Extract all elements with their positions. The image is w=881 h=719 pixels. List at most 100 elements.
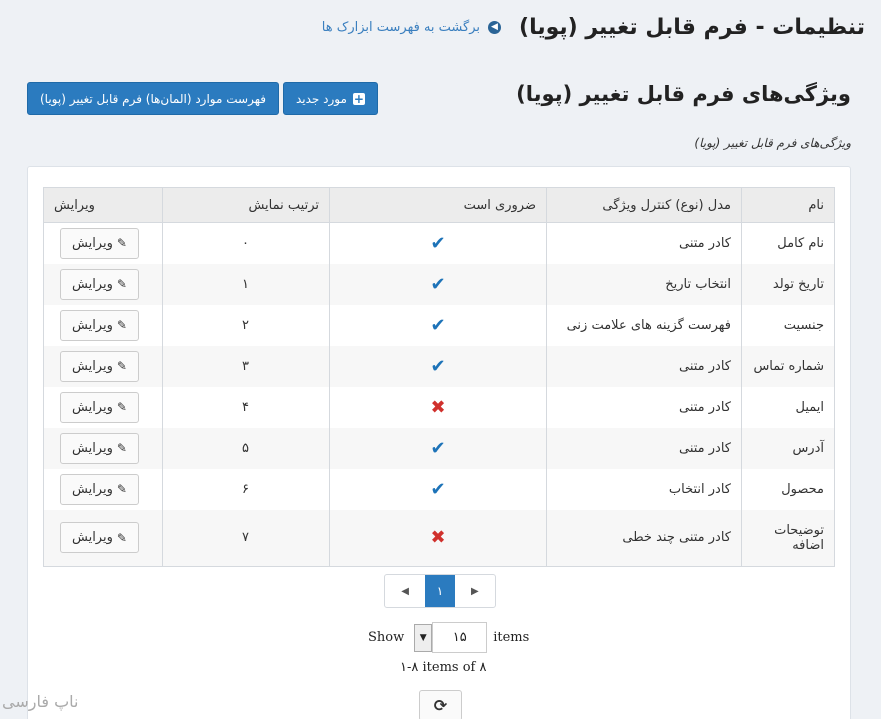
cell-required: ✔ xyxy=(329,222,547,264)
cell-order: ۲ xyxy=(162,304,330,346)
page-title: تنظیمات - فرم قابل تغییر (پویا) xyxy=(519,14,865,40)
list-items-label: فهرست موارد (المان‌ها) فرم قابل تغییر (پ… xyxy=(40,91,266,106)
cell-required: ✔ xyxy=(329,263,547,305)
items-range: ۱-۸ items of ۸ xyxy=(400,660,487,675)
table-row: شماره تماس کادر متنی ✔ ۳ ✎ ویرایش xyxy=(43,345,835,387)
header-required[interactable]: ضروری است xyxy=(329,187,547,223)
toolbar: فهرست موارد (المان‌ها) فرم قابل تغییر (پ… xyxy=(27,82,378,115)
cell-edit: ✎ ویرایش xyxy=(43,509,163,567)
arrow-circle-left-icon: ◀ xyxy=(488,20,502,34)
pencil-icon: ✎ xyxy=(116,482,127,496)
cell-name: توضیحات اضافه xyxy=(741,509,835,567)
edit-label: ویرایش xyxy=(72,481,113,497)
check-icon: ✔ xyxy=(430,355,446,377)
cell-name: شماره تماس xyxy=(741,345,835,387)
cell-required: ✖ xyxy=(329,386,547,428)
cell-model: انتخاب تاریخ xyxy=(546,263,742,305)
cross-icon: ✖ xyxy=(430,527,446,549)
table-row: ایمیل کادر متنی ✖ ۴ ✎ ویرایش xyxy=(43,386,835,428)
cell-order: ۱ xyxy=(162,263,330,305)
back-to-widgets-link[interactable]: ◀ برگشت به فهرست ابزارک ها xyxy=(321,19,502,35)
pencil-icon: ✎ xyxy=(116,530,127,545)
page-button-current[interactable]: ۱ xyxy=(425,575,455,607)
cell-required: ✔ xyxy=(329,304,547,346)
pencil-icon: ✎ xyxy=(116,318,127,332)
check-icon: ✔ xyxy=(430,437,446,459)
cell-name: محصول xyxy=(741,468,835,510)
edit-button[interactable]: ✎ ویرایش xyxy=(60,391,139,423)
cell-edit: ✎ ویرایش xyxy=(43,345,163,387)
table-row: محصول کادر انتخاب ✔ ۶ ✎ ویرایش xyxy=(43,468,835,510)
edit-button[interactable]: ✎ ویرایش xyxy=(60,227,139,259)
edit-button[interactable]: ✎ ویرایش xyxy=(60,473,139,505)
pencil-icon: ✎ xyxy=(116,236,127,251)
pagination: ◀ ۱ ▶ xyxy=(384,574,496,608)
edit-label: ویرایش xyxy=(72,317,113,333)
edit-label: ویرایش xyxy=(72,440,113,456)
edit-button[interactable]: ✎ ویرایش xyxy=(60,522,139,554)
prev-page-button[interactable]: ◀ xyxy=(385,575,425,607)
attributes-table: نام مدل (نوع) کنترل ویژگی ضروری است ترتی… xyxy=(43,187,835,567)
cell-edit: ✎ ویرایش xyxy=(43,427,163,469)
cell-model: کادر انتخاب xyxy=(546,468,742,510)
refresh-button[interactable]: ⟳ xyxy=(419,690,462,719)
back-link-label: برگشت به فهرست ابزارک ها xyxy=(321,19,481,35)
page-size-input[interactable]: ۱۵ xyxy=(432,622,488,653)
check-icon: ✔ xyxy=(430,478,446,500)
table-row: آدرس کادر متنی ✔ ۵ ✎ ویرایش xyxy=(43,427,835,469)
check-icon: ✔ xyxy=(430,273,446,295)
cross-icon: ✖ xyxy=(430,396,446,418)
list-items-button[interactable]: فهرست موارد (المان‌ها) فرم قابل تغییر (پ… xyxy=(27,82,279,115)
cell-order: ۰ xyxy=(162,222,330,264)
cell-name: ایمیل xyxy=(741,386,835,428)
header-edit: ویرایش xyxy=(43,187,163,223)
next-page-button[interactable]: ▶ xyxy=(455,575,495,607)
pencil-icon: ✎ xyxy=(116,400,127,414)
new-item-button[interactable]: + مورد جدید xyxy=(282,82,378,115)
top-bar: تنظیمات - فرم قابل تغییر (پویا) ◀ برگشت … xyxy=(16,12,865,42)
edit-button[interactable]: ✎ ویرایش xyxy=(60,432,139,464)
header-model[interactable]: مدل (نوع) کنترل ویژگی xyxy=(546,187,742,223)
show-label: Show xyxy=(368,630,405,645)
section-subtitle: ویژگی‌های فرم قابل تغییر (پویا) xyxy=(694,136,851,150)
pencil-icon: ✎ xyxy=(116,359,127,373)
edit-button[interactable]: ✎ ویرایش xyxy=(60,350,139,382)
pencil-icon: ✎ xyxy=(116,441,127,455)
cell-order: ۵ xyxy=(162,427,330,469)
table-header-row: نام مدل (نوع) کنترل ویژگی ضروری است ترتی… xyxy=(43,187,835,223)
table-row: نام کامل کادر متنی ✔ ۰ ✎ ویرایش xyxy=(43,222,835,264)
cell-required: ✔ xyxy=(329,345,547,387)
header-name[interactable]: نام xyxy=(741,187,835,223)
header-order[interactable]: ترتیب نمایش xyxy=(162,187,330,223)
edit-button[interactable]: ✎ ویرایش xyxy=(60,268,139,300)
cell-name: نام کامل xyxy=(741,222,835,264)
new-item-label: مورد جدید xyxy=(295,91,347,106)
cell-edit: ✎ ویرایش xyxy=(43,263,163,305)
cell-name: تاریخ تولد xyxy=(741,263,835,305)
items-label: items xyxy=(493,630,530,645)
edit-button[interactable]: ✎ ویرایش xyxy=(60,309,139,341)
section-title: ویژگی‌های فرم قابل تغییر (پویا) xyxy=(516,82,851,106)
cell-edit: ✎ ویرایش xyxy=(43,304,163,346)
check-icon: ✔ xyxy=(430,314,446,336)
caret-left-icon: ◀ xyxy=(401,585,409,597)
table-row: تاریخ تولد انتخاب تاریخ ✔ ۱ ✎ ویرایش xyxy=(43,263,835,305)
cell-edit: ✎ ویرایش xyxy=(43,468,163,510)
cell-model: کادر متنی xyxy=(546,345,742,387)
cell-edit: ✎ ویرایش xyxy=(43,386,163,428)
table-row: توضیحات اضافه کادر متنی چند خطی ✖ ۷ ✎ ویرایش xyxy=(43,509,835,567)
cell-order: ۷ xyxy=(162,509,330,567)
cell-required: ✔ xyxy=(329,468,547,510)
cell-name: آدرس xyxy=(741,427,835,469)
check-icon: ✔ xyxy=(430,232,446,254)
page-size-dropdown[interactable]: ▼ xyxy=(414,623,433,652)
cell-order: ۶ xyxy=(162,468,330,510)
cell-order: ۳ xyxy=(162,345,330,387)
cell-model: کادر متنی xyxy=(546,386,742,428)
watermark: ناپ فارسی xyxy=(2,692,79,711)
cell-model: کادر متنی چند خطی xyxy=(546,509,742,567)
chevron-down-icon: ▼ xyxy=(419,632,427,643)
refresh-icon: ⟳ xyxy=(433,696,448,715)
cell-name: جنسیت xyxy=(741,304,835,346)
plus-icon: + xyxy=(352,91,365,106)
